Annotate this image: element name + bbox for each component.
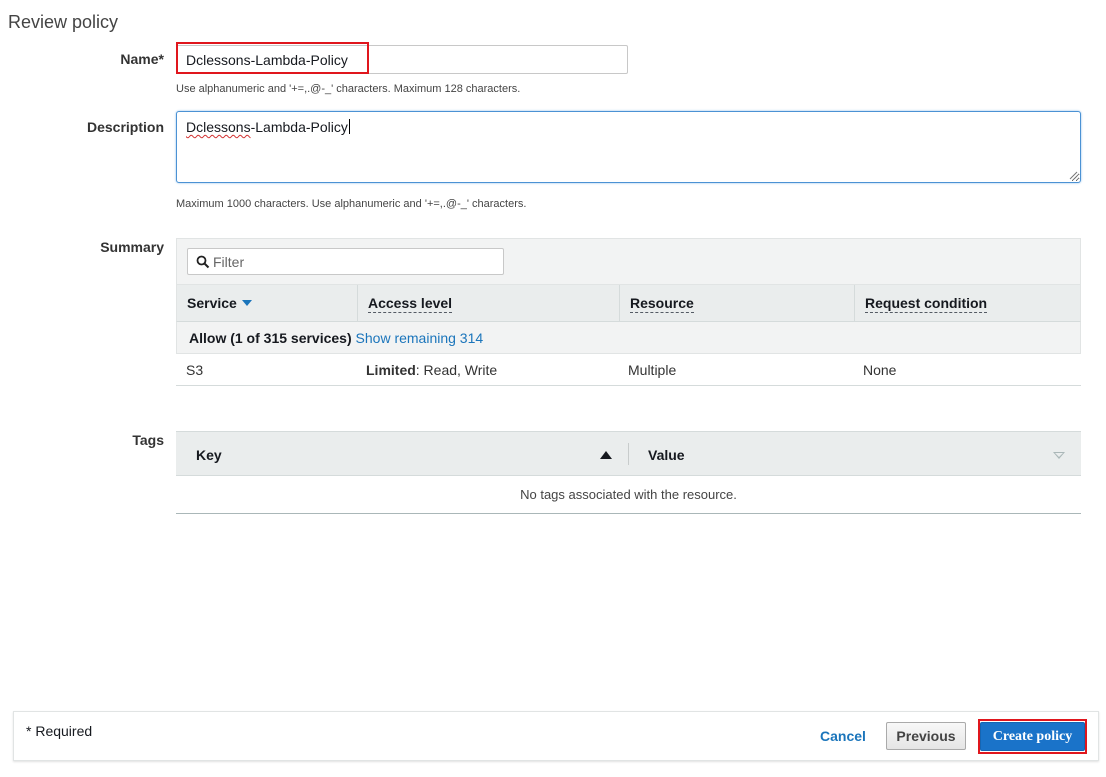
sort-down-icon [241,300,252,306]
filter-input[interactable]: Filter [187,248,504,275]
create-policy-button[interactable]: Create policy [980,722,1085,751]
summary-table: Filter Service Access level Resource Req… [176,238,1081,386]
access-level-cell: Limited: Read, Write [366,362,498,378]
column-key[interactable]: Key [196,447,222,463]
allow-group-label: Allow (1 of 315 services) [189,330,352,346]
resource-cell: Multiple [628,362,677,378]
name-input[interactable] [176,45,628,74]
tags-header-row: Key Value [176,431,1081,476]
sort-down-icon[interactable] [1053,452,1065,459]
column-request-condition[interactable]: Request condition [854,285,1080,322]
name-label: Name* [120,51,164,67]
tags-label: Tags [132,432,164,448]
table-row: S3 Limited: Read, Write Multiple None [176,354,1081,386]
summary-label: Summary [100,239,164,255]
sort-up-icon[interactable] [600,451,612,459]
condition-cell: None [863,362,897,378]
previous-button[interactable]: Previous [886,722,966,750]
allow-group-row: Allow (1 of 315 services) Show remaining… [176,322,1081,354]
service-link[interactable]: S3 [186,362,203,378]
description-label: Description [86,119,164,135]
cancel-button[interactable]: Cancel [820,728,866,744]
filter-placeholder: Filter [213,254,245,270]
name-hint: Use alphanumeric and '+=,.@-_' character… [176,83,521,95]
tags-table: Key Value No tags associated with the re… [176,431,1081,515]
show-remaining-link[interactable]: Show remaining 314 [356,330,484,346]
summary-filter-bar: Filter [176,238,1081,285]
footer-bar: * Required Cancel Previous Create policy [13,711,1099,761]
description-hint: Maximum 1000 characters. Use alphanumeri… [176,198,527,210]
column-access-level[interactable]: Access level [357,285,619,322]
description-textarea[interactable] [176,111,1081,183]
column-divider [628,443,629,465]
column-service[interactable]: Service [177,285,357,322]
column-resource[interactable]: Resource [619,285,854,322]
search-icon [196,255,210,269]
required-note: * Required [26,723,93,739]
summary-header-row: Service Access level Resource Request co… [176,285,1081,322]
tags-empty-message: No tags associated with the resource. [176,476,1081,514]
column-value[interactable]: Value [648,447,685,463]
page-title: Review policy [8,12,119,32]
